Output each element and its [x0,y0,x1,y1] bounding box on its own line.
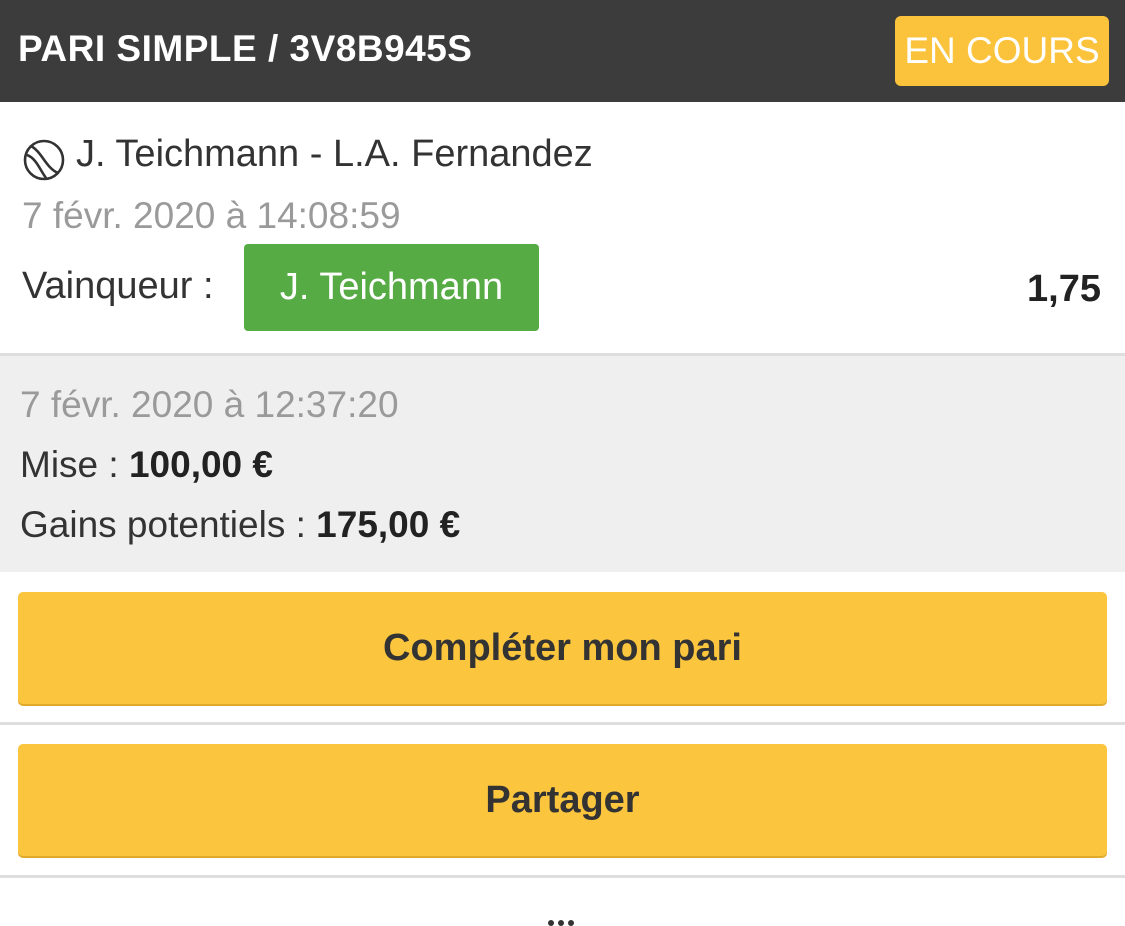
bet-date: 7 févr. 2020 à 12:37:20 [20,384,399,425]
event-section: J. Teichmann - L.A. Fernandez 7 févr. 20… [0,102,1125,354]
bet-header: PARI SIMPLE / 3V8B945S EN COURS [0,0,1125,102]
bet-summary: 7 févr. 2020 à 12:37:20 Mise : 100,00 € … [0,356,1125,572]
divider [0,722,1125,725]
tennis-ball-icon [22,138,66,182]
event-date: 7 févr. 2020 à 14:08:59 [22,195,401,236]
winnings-row: Gains potentiels : 175,00 € [20,504,460,546]
winnings-value: 175,00 € [316,504,461,545]
market-label: Vainqueur : [22,265,214,307]
stake-row: Mise : 100,00 € [20,444,273,486]
share-button[interactable]: Partager [18,744,1107,856]
stake-label: Mise : [20,444,119,485]
status-badge: EN COURS [895,16,1109,86]
bet-title: PARI SIMPLE / 3V8B945S [18,28,473,69]
stake-value: 100,00 € [128,444,273,485]
more-dots-icon[interactable] [538,908,584,926]
complete-bet-button[interactable]: Compléter mon pari [18,592,1107,704]
selection-badge: J. Teichmann [244,244,539,331]
match-name: J. Teichmann - L.A. Fernandez [76,133,593,175]
odds-value: 1,75 [1027,268,1101,310]
winnings-label: Gains potentiels : [20,504,306,545]
divider [0,875,1125,878]
